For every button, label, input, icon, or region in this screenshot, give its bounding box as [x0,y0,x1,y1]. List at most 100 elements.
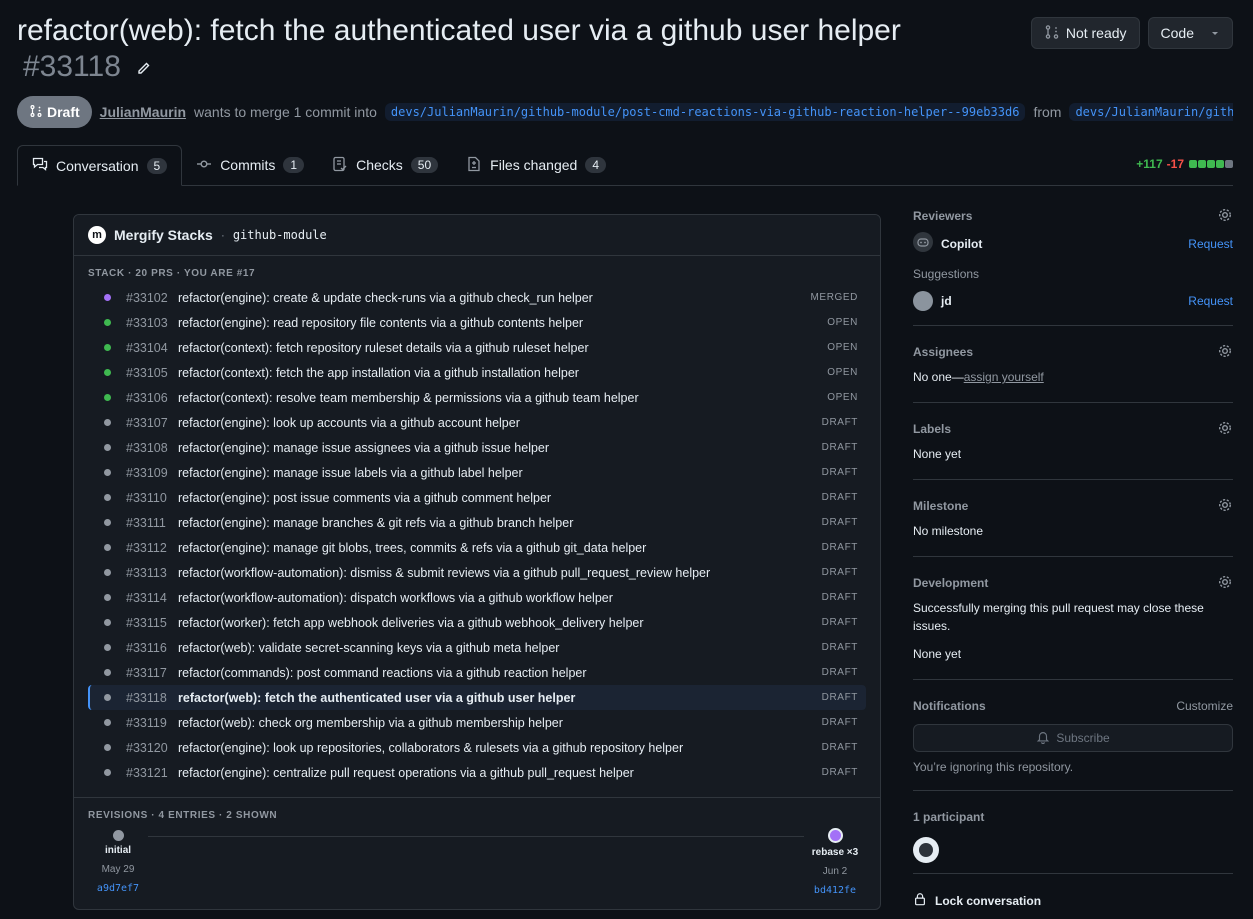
revision-dot [112,830,124,841]
stack-pr-status: OPEN [827,367,858,378]
status-dot [104,444,111,451]
stack-row[interactable]: #33103 refactor(engine): read repository … [88,310,866,335]
stack-row[interactable]: #33105 refactor(context): fetch the app i… [88,360,866,385]
stack-row[interactable]: #33121 refactor(engine): centralize pull … [88,760,866,785]
stack-pr-status: DRAFT [821,542,858,553]
milestone-title: Milestone [913,499,969,513]
stack-row[interactable]: #33120 refactor(engine): look up reposito… [88,735,866,760]
stack-pr-status: DRAFT [821,742,858,753]
request-suggested-button[interactable]: Request [1188,294,1233,308]
gear-icon[interactable] [1217,207,1233,226]
tab-checks[interactable]: Checks 50 [318,145,452,185]
tab-counter: 5 [146,157,168,174]
gear-icon[interactable] [1217,574,1233,593]
diff-deletions: -17 [1166,157,1184,171]
gear-icon[interactable] [1217,497,1233,516]
head-branch[interactable]: devs/JulianMaurin/github-module/fetch-au… [1069,103,1233,121]
revision-sha[interactable]: a9d7ef7 [88,883,148,894]
copilot-icon [913,232,933,255]
diffstat: +117 -17 [1136,157,1233,171]
tab-files-changed[interactable]: Files changed 4 [452,145,620,185]
diffstat-blocks [1188,157,1233,171]
stack-pr-number: #33112 [126,540,167,555]
stack-row[interactable]: #33110 refactor(engine): post issue comme… [88,485,866,510]
stack-pr-title: refactor(web): fetch the authenticated u… [178,690,576,705]
revisions-section: REVISIONS · 4 ENTRIES · 2 SHOWN initial … [74,797,880,909]
assign-yourself-link[interactable]: assign yourself [964,370,1044,384]
status-dot [104,669,111,676]
stack-row[interactable]: #33102 refactor(engine): create & update … [88,285,866,310]
stack-pr-title: refactor(web): validate secret-scanning … [178,640,560,655]
tab-conversation[interactable]: Conversation 5 [17,145,183,186]
status-dot [104,519,111,526]
participants-title: 1 participant [913,810,985,824]
pr-number: #33118 [23,50,121,83]
stack-pr-number: #33104 [126,340,168,355]
stack-row[interactable]: #33118 refactor(web): fetch the authentic… [88,685,866,710]
stack-row[interactable]: #33111 refactor(engine): manage branches … [88,510,866,535]
stack-pr-title: refactor(worker): fetch app webhook deli… [178,615,644,630]
development-title: Development [913,576,989,590]
tab-counter: 4 [585,157,607,173]
gear-icon[interactable] [1217,420,1233,439]
stack-pr-status: OPEN [827,342,858,353]
suggestions-label: Suggestions [913,267,980,281]
revision-rebase[interactable]: rebase ×3 Jun 2 bd412fe [804,828,866,896]
stack-pr-status: OPEN [827,392,858,403]
revision-initial[interactable]: initial May 29 a9d7ef7 [88,830,148,894]
lock-icon [913,892,927,909]
not-ready-button[interactable]: Not ready [1030,17,1140,49]
request-copilot-button[interactable]: Request [1188,237,1233,251]
assignees-title: Assignees [913,345,974,359]
revision-date: Jun 2 [822,866,848,877]
customize-link[interactable]: Customize [1176,699,1233,713]
revision-sha[interactable]: bd412fe [804,885,866,896]
avatar[interactable] [913,837,939,863]
bell-icon [1036,730,1050,747]
tab-counter: 50 [410,157,439,173]
card-title: Mergify Stacks [114,227,213,243]
revision-name: initial [104,845,132,856]
stack-row[interactable]: #33112 refactor(engine): manage git blobs… [88,535,866,560]
stack-row[interactable]: #33114 refactor(workflow-automation): dis… [88,585,866,610]
development-section: Development Successfully merging this pu… [913,557,1233,680]
stack-pr-status: DRAFT [821,767,858,778]
status-dot [104,319,111,326]
stack-row[interactable]: #33116 refactor(web): validate secret-sca… [88,635,866,660]
stack-pr-number: #33117 [126,665,167,680]
subscribe-button[interactable]: Subscribe [913,724,1233,752]
stack-row[interactable]: #33115 refactor(worker): fetch app webhoo… [88,610,866,635]
stack-pr-number: #33119 [126,715,167,730]
stack-row[interactable]: #33109 refactor(engine): manage issue lab… [88,460,866,485]
author-link[interactable]: JulianMaurin [100,104,186,120]
status-dot [104,544,111,551]
revisions-label: REVISIONS · 4 ENTRIES · 2 SHOWN [88,810,278,821]
stack-row[interactable]: #33113 refactor(workflow-automation): dis… [88,560,866,585]
stack-pr-number: #33120 [126,740,168,755]
code-button[interactable]: Code [1147,17,1233,49]
stack-pr-title: refactor(context): fetch repository rule… [178,340,589,355]
development-text: Successfully merging this pull request m… [913,601,1204,633]
stack-pr-title: refactor(context): fetch the app install… [178,365,579,380]
lock-conversation-button[interactable]: Lock conversation [913,892,1233,909]
stack-row[interactable]: #33104 refactor(context): fetch repositor… [88,335,866,360]
pencil-icon[interactable] [135,61,151,82]
stack-pr-status: DRAFT [821,642,858,653]
stack-row[interactable]: #33107 refactor(engine): look up accounts… [88,410,866,435]
from-text: from [1033,104,1062,120]
stack-pr-number: #33107 [126,415,168,430]
reviewer-suggested[interactable]: jd [941,294,952,308]
tab-commits[interactable]: Commits 1 [182,145,318,185]
stack-row[interactable]: #33117 refactor(commands): post command r… [88,660,866,685]
participants-section: 1 participant [913,791,1233,874]
stack-pr-number: #33103 [126,315,168,330]
stack-row[interactable]: #33106 refactor(context): resolve team me… [88,385,866,410]
comment-discussion-icon [32,156,48,175]
stack-pr-number: #33106 [126,390,168,405]
stack-row[interactable]: #33119 refactor(web): check org membershi… [88,710,866,735]
stack-pr-title: refactor(engine): manage git blobs, tree… [178,540,647,555]
subscribe-label: Subscribe [1056,731,1110,745]
base-branch[interactable]: devs/JulianMaurin/github-module/post-cmd… [384,103,1026,121]
gear-icon[interactable] [1217,343,1233,362]
stack-row[interactable]: #33108 refactor(engine): manage issue ass… [88,435,866,460]
